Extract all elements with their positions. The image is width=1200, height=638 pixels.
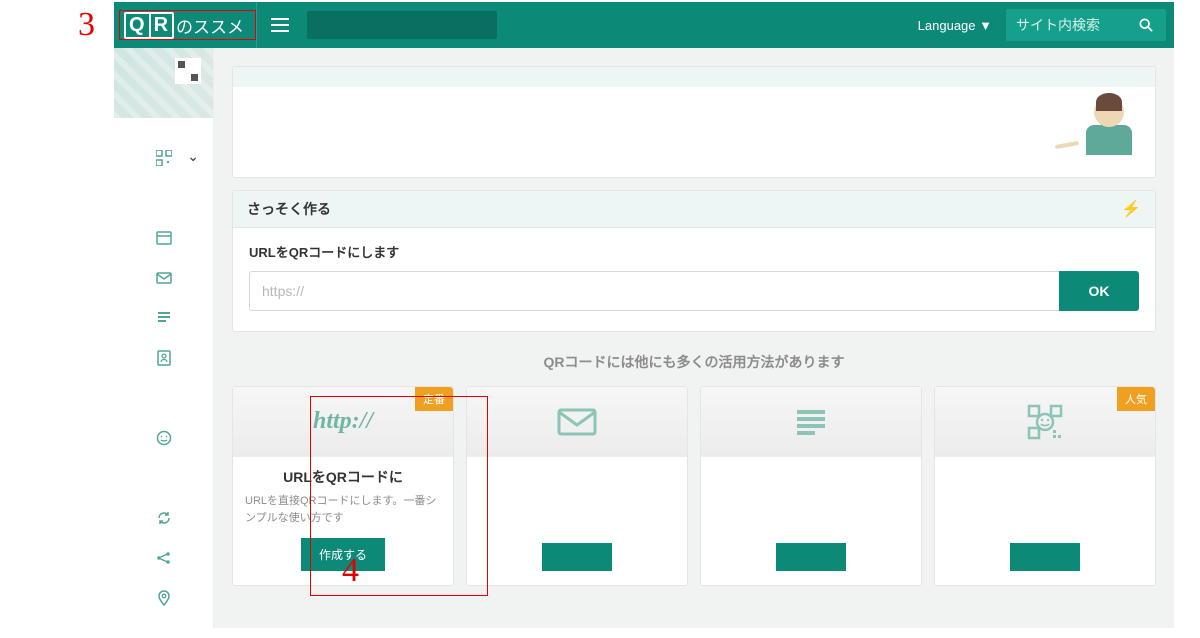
- card-badge-standard: 定番: [415, 387, 453, 411]
- top-navbar: QR のススメ Language ▼: [114, 2, 1174, 48]
- hero-panel: [232, 66, 1156, 178]
- sidebar-item-refresh[interactable]: [114, 498, 213, 538]
- share-icon: [156, 550, 172, 566]
- smile-icon: [156, 430, 172, 446]
- site-search: [1006, 9, 1166, 41]
- refresh-icon: [156, 510, 172, 526]
- create-button[interactable]: [1010, 543, 1080, 571]
- cards-section-title: QRコードには他にも多くの活用方法があります: [232, 352, 1156, 372]
- lines-icon: [156, 310, 172, 326]
- card-badge-popular: 人気: [1117, 387, 1155, 411]
- create-button[interactable]: 作成する: [301, 538, 385, 571]
- card-desc: URLを直接QRコードにします。一番シンプルな使い方です: [245, 493, 441, 526]
- sidebar-hero-image: [114, 48, 213, 118]
- create-button[interactable]: [776, 543, 846, 571]
- sidebar-menu: [114, 118, 213, 638]
- mail-icon: [156, 270, 172, 286]
- assistant-avatar: [1081, 97, 1137, 155]
- logo-text: のススメ: [176, 13, 244, 38]
- sidebar-item-share[interactable]: [114, 538, 213, 578]
- card-design-qr[interactable]: 人気: [934, 386, 1156, 586]
- search-input[interactable]: [1006, 17, 1126, 33]
- card-url-to-qr[interactable]: 定番 http:// URLをQRコードに URLを直接QRコードにします。一番…: [232, 386, 454, 586]
- sidebar-item-contact[interactable]: [114, 338, 213, 378]
- quick-make-header: さっそく作る ⚡: [233, 191, 1155, 228]
- bolt-icon: ⚡: [1121, 199, 1141, 219]
- url-input-row: OK: [249, 271, 1139, 311]
- quick-make-panel: さっそく作る ⚡ URLをQRコードにします OK: [232, 190, 1156, 332]
- topbar-dark-field[interactable]: [307, 11, 497, 39]
- card-text[interactable]: [700, 386, 922, 586]
- sidebar-item-mail[interactable]: [114, 258, 213, 298]
- sidebar-item-text[interactable]: [114, 298, 213, 338]
- qr-smile-icon: [1023, 400, 1067, 444]
- main-content: さっそく作る ⚡ URLをQRコードにします OK QRコードには他にも多くの活…: [214, 48, 1174, 628]
- logo-qr-icon: QR: [124, 12, 174, 39]
- sidebar-item-qr[interactable]: [114, 138, 213, 178]
- id-card-icon: [156, 350, 172, 366]
- hamburger-menu-button[interactable]: [257, 18, 303, 32]
- window-icon: [156, 230, 172, 246]
- annotation-3: 3: [78, 6, 95, 44]
- hamburger-icon: [271, 18, 289, 32]
- search-icon: [1139, 18, 1153, 32]
- card-title: URLをQRコードに: [245, 467, 441, 487]
- quick-make-title: さっそく作る: [247, 199, 331, 219]
- url-input[interactable]: [249, 271, 1059, 311]
- site-logo[interactable]: QR のススメ: [114, 2, 257, 48]
- cards-row: 定番 http:// URLをQRコードに URLを直接QRコードにします。一番…: [232, 386, 1156, 586]
- text-lines-icon: [789, 400, 833, 444]
- sidebar: [114, 48, 214, 628]
- url-field-label: URLをQRコードにします: [249, 242, 1139, 261]
- pin-icon: [156, 590, 172, 606]
- ok-button[interactable]: OK: [1059, 271, 1139, 311]
- search-button[interactable]: [1126, 9, 1166, 41]
- sidebar-item-window[interactable]: [114, 218, 213, 258]
- grid-icon: [156, 150, 172, 166]
- language-label: Language ▼: [918, 18, 992, 33]
- mail-icon: [555, 400, 599, 444]
- sidebar-item-emoji[interactable]: [114, 418, 213, 458]
- create-button[interactable]: [542, 543, 612, 571]
- sidebar-item-location[interactable]: [114, 578, 213, 618]
- http-icon: http://: [313, 408, 373, 435]
- hero-strip: [233, 67, 1155, 87]
- language-selector[interactable]: Language ▼: [904, 18, 1006, 33]
- card-mail[interactable]: [466, 386, 688, 586]
- qr-icon: [175, 58, 201, 84]
